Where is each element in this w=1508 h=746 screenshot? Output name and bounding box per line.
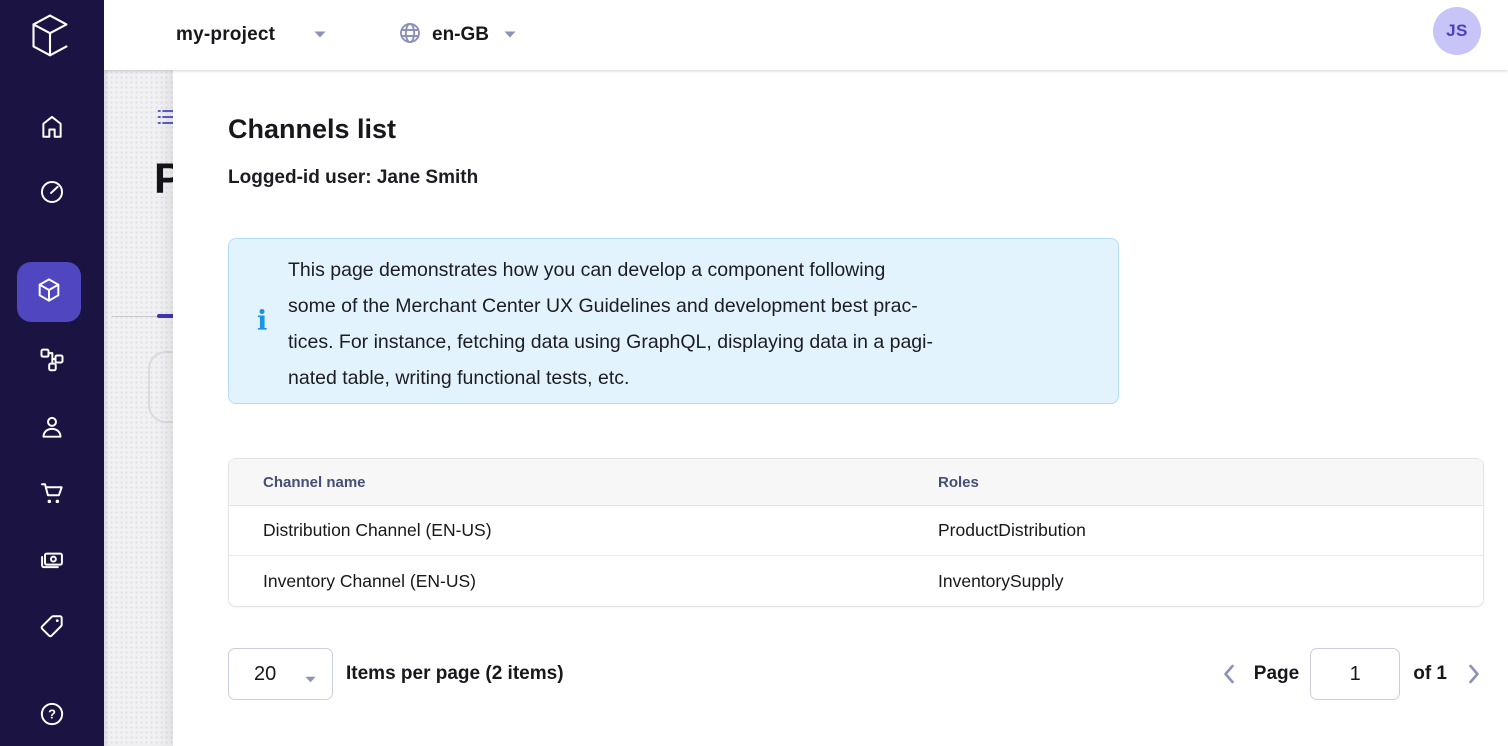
channels-panel: Channels list Logged-id user: Jane Smith… (173, 70, 1508, 746)
sidebar-item-orders[interactable] (0, 479, 104, 507)
sidebar-item-home[interactable] (0, 113, 104, 141)
workspace-backdrop: P Channels list Logged-id user: Jane Smi… (104, 70, 1508, 746)
sidebar-item-customers[interactable] (0, 413, 104, 441)
categories-network-icon (38, 345, 66, 373)
page-total-label: of 1 (1413, 663, 1447, 685)
products-cube-icon (35, 276, 63, 309)
logged-in-user-text: Logged-id user: Jane Smith (228, 167, 478, 189)
column-header-channel-name[interactable]: Channel name (229, 474, 938, 491)
channels-table: Channel name Roles Distribution Channel … (228, 458, 1484, 607)
column-header-roles[interactable]: Roles (938, 474, 1483, 491)
home-icon (38, 113, 66, 141)
project-name: my-project (176, 24, 275, 46)
dashboard-gauge-icon (38, 178, 66, 206)
table-row[interactable]: Inventory Channel (EN-US) InventorySuppl… (229, 556, 1483, 606)
commercetools-logo-icon[interactable] (27, 11, 73, 62)
items-per-page-label: Items per page (2 items) (346, 663, 564, 685)
help-icon: ? (38, 700, 66, 728)
page-number-input[interactable] (1310, 648, 1400, 700)
table-header-row: Channel name Roles (229, 459, 1483, 506)
sidebar-item-discounts[interactable] (0, 612, 104, 640)
locale-switcher[interactable]: en-GB (398, 0, 517, 70)
project-switcher[interactable]: my-project (176, 0, 327, 70)
orders-cart-icon (38, 479, 66, 507)
customers-person-icon (38, 413, 66, 441)
payments-banknote-icon (38, 545, 66, 573)
avatar-initials: JS (1446, 21, 1468, 41)
previous-page-icon[interactable] (1219, 662, 1239, 686)
chevron-down-icon (503, 26, 517, 44)
sidebar-item-payments[interactable] (0, 545, 104, 573)
cell-channel-name: Inventory Channel (EN-US) (229, 571, 938, 592)
cell-roles: InventorySupply (938, 571, 1483, 592)
cell-roles: ProductDistribution (938, 520, 1483, 541)
items-per-page-select[interactable]: 20 (228, 648, 333, 700)
table-row[interactable]: Distribution Channel (EN-US) ProductDist… (229, 506, 1483, 556)
items-per-page-value: 20 (254, 663, 276, 686)
info-icon: i (257, 308, 267, 335)
app-header: my-project en-GB JS (104, 0, 1508, 70)
sidebar-item-help[interactable]: ? (0, 700, 104, 728)
sidebar-item-products-active[interactable] (17, 262, 81, 322)
app-root: ? my-project en-GB (0, 0, 1508, 746)
globe-icon (398, 21, 422, 50)
page-label: Page (1254, 663, 1299, 685)
discounts-tag-icon (38, 612, 66, 640)
cell-channel-name: Distribution Channel (EN-US) (229, 520, 938, 541)
next-page-icon[interactable] (1464, 662, 1484, 686)
locale-label: en-GB (432, 24, 489, 46)
page-title: Channels list (228, 114, 396, 145)
chevron-down-icon (304, 671, 317, 689)
pagination-bar: 20 Items per page (2 items) Page o (228, 648, 1484, 700)
chevron-down-icon (313, 26, 327, 44)
svg-text:?: ? (48, 707, 56, 722)
sidebar-item-dashboard[interactable] (0, 178, 104, 206)
user-avatar[interactable]: JS (1433, 7, 1481, 55)
info-banner-text: This page demonstrates how you can devel… (288, 252, 1098, 396)
info-banner: i This page demonstrates how you can dev… (228, 238, 1119, 404)
sidebar-item-categories[interactable] (0, 345, 104, 373)
sidebar: ? (0, 0, 104, 746)
page-navigation: Page of 1 (1219, 648, 1484, 700)
